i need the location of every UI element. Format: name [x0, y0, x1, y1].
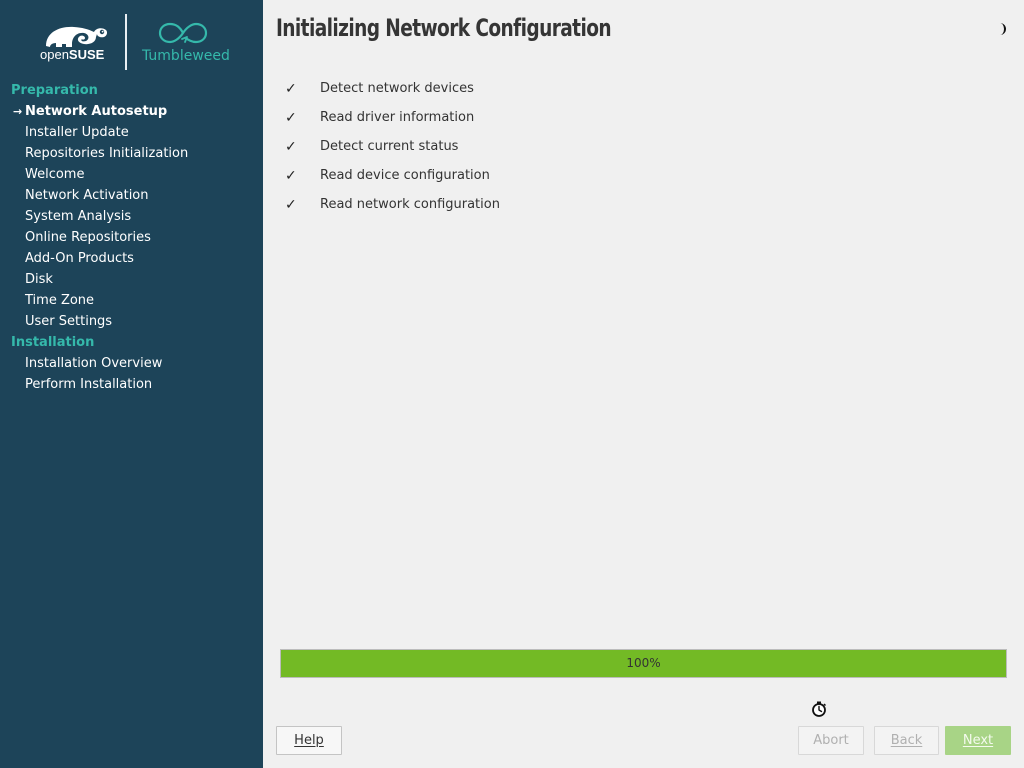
brand-divider [125, 14, 127, 70]
step-installation-overview: Installation Overview [25, 356, 163, 371]
branding: openSUSE Tumbleweed [0, 0, 263, 78]
task-label: Read driver information [320, 109, 475, 125]
task-item: ✓ Read network configuration [285, 190, 500, 219]
abort-button[interactable]: Abort [798, 726, 864, 755]
installation-steps: Preparation → Network Autosetup Installe… [0, 80, 263, 395]
step-network-activation: Network Activation [25, 188, 149, 203]
tumbleweed-wordmark: Tumbleweed [142, 48, 230, 64]
step-group-installation: Installation [11, 335, 95, 350]
checkmark-icon: ✓ [285, 196, 297, 213]
step-installer-update: Installer Update [25, 125, 129, 140]
main-content: Initializing Network Configuration ✓ Det… [263, 0, 1024, 768]
help-button-label: Help [294, 733, 324, 748]
progress-label: 100% [626, 656, 661, 670]
step-label: Network Autosetup [25, 104, 168, 119]
task-item: ✓ Read device configuration [285, 161, 500, 190]
step-disk: Disk [25, 272, 53, 287]
opensuse-wordmark: openSUSE [40, 47, 105, 62]
task-label: Read network configuration [320, 196, 500, 212]
step-system-analysis: System Analysis [25, 209, 132, 224]
task-item: ✓ Read driver information [285, 103, 500, 132]
next-button-label: Next [962, 733, 994, 748]
step-online-repositories: Online Repositories [25, 230, 151, 245]
step-time-zone: Time Zone [25, 293, 95, 308]
checkmark-icon: ✓ [285, 109, 297, 126]
checkmark-icon: ✓ [285, 138, 297, 155]
next-button[interactable]: Next [945, 726, 1011, 755]
help-button[interactable]: Help [276, 726, 342, 755]
task-label: Detect network devices [320, 80, 474, 96]
task-item: ✓ Detect network devices [285, 74, 500, 103]
half-moon-icon[interactable] [994, 22, 1008, 36]
back-button[interactable]: Back [874, 726, 939, 755]
stopwatch-icon [812, 701, 826, 717]
current-step-arrow-icon: → [13, 105, 23, 118]
page-title: Initializing Network Configuration [276, 14, 612, 42]
step-perform-installation: Perform Installation [25, 377, 153, 392]
progress-bar: 100% [280, 649, 1007, 678]
step-welcome: Welcome [25, 167, 85, 182]
step-user-settings: User Settings [25, 314, 113, 329]
task-item: ✓ Detect current status [285, 132, 500, 161]
task-label: Detect current status [320, 138, 459, 154]
back-button-label: Back [890, 733, 923, 748]
checkmark-icon: ✓ [285, 167, 297, 184]
step-group-preparation: Preparation [11, 83, 98, 98]
sidebar: openSUSE Tumbleweed Preparation → Networ… [0, 0, 263, 768]
task-label: Read device configuration [320, 167, 490, 183]
task-list: ✓ Detect network devices ✓ Read driver i… [285, 74, 500, 219]
step-repositories-initialization: Repositories Initialization [25, 146, 189, 161]
checkmark-icon: ✓ [285, 80, 297, 97]
step-add-on-products: Add-On Products [25, 251, 134, 266]
step-network-autosetup: → Network Autosetup [0, 101, 263, 122]
infinity-logo-icon [158, 22, 208, 44]
